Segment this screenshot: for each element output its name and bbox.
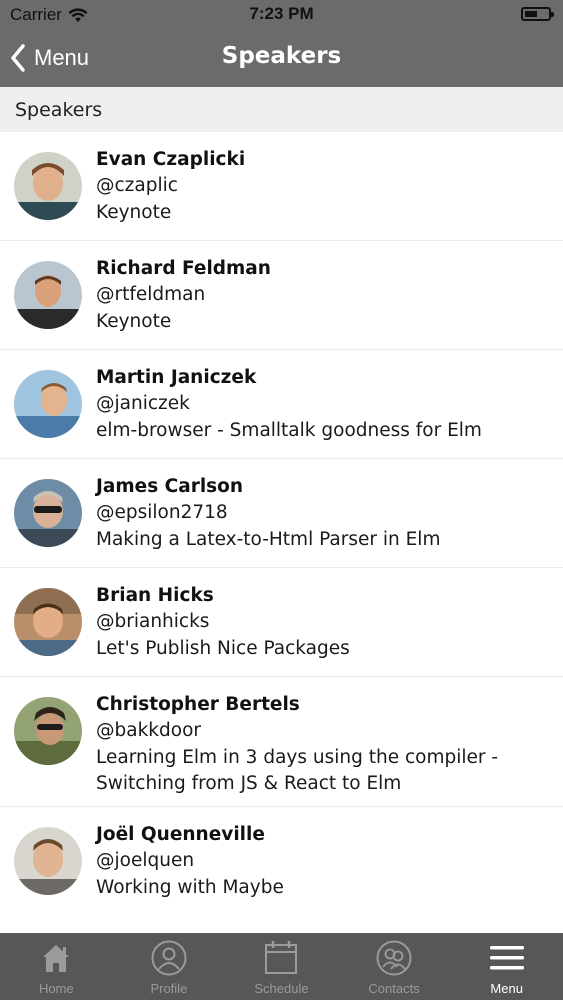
speaker-name: Evan Czaplicki [96,149,246,170]
speaker-talk: elm-browser - Smalltalk goodness for Elm [96,419,482,441]
tab-home[interactable]: Home [0,933,113,1000]
tab-label: Home [38,981,74,996]
contacts-icon [376,940,412,976]
speaker-row[interactable]: Evan Czaplicki @czaplic Keynote [0,132,563,241]
speaker-talk: Working with Maybe [96,876,284,898]
speaker-name: Brian Hicks [96,585,214,606]
avatar [14,588,82,656]
avatar [14,152,82,220]
speaker-talk: Let's Publish Nice Packages [96,637,350,659]
speaker-name: James Carlson [96,476,244,497]
speaker-row[interactable]: Joël Quenneville @joelquen Working with … [0,807,563,916]
speaker-handle: @czaplic [96,175,178,196]
avatar [14,827,82,895]
clock: 7:23 PM [249,4,314,23]
section-title: Speakers [15,98,103,121]
speaker-list: Evan Czaplicki @czaplic Keynote Richard … [0,132,563,916]
speaker-row[interactable]: Richard Feldman @rtfeldman Keynote [0,241,563,350]
speaker-info: Brian Hicks @brianhicks Let's Publish Ni… [96,583,553,662]
speaker-handle: @brianhicks [96,611,210,632]
speaker-handle: @bakkdoor [96,720,201,741]
speaker-handle: @rtfeldman [96,284,206,305]
section-header: Speakers [0,87,563,132]
speaker-name: Martin Janiczek [96,367,257,388]
tab-menu[interactable]: Menu [450,933,563,1000]
speaker-row[interactable]: James Carlson @epsilon2718 Making a Late… [0,459,563,568]
tab-schedule[interactable]: Schedule [225,933,338,1000]
speaker-info: James Carlson @epsilon2718 Making a Late… [96,474,553,553]
tab-bar: Home Profile Schedule Contacts Menu [0,933,563,1000]
speaker-info: Evan Czaplicki @czaplic Keynote [96,147,553,226]
speaker-handle: @joelquen [96,850,195,871]
speaker-row[interactable]: Christopher Bertels @bakkdoor Learning E… [0,677,563,807]
page-title: Speakers [221,43,342,69]
profile-icon [151,940,187,976]
avatar [14,370,82,438]
speaker-handle: @janiczek [96,393,190,414]
tab-profile[interactable]: Profile [113,933,226,1000]
speaker-info: Joël Quenneville @joelquen Working with … [96,822,553,901]
speaker-talk: Making a Latex-to-Html Parser in Elm [96,528,441,550]
status-bar: Carrier 7:23 PM [0,0,563,30]
battery-icon [521,7,554,21]
speaker-row[interactable]: Martin Janiczek @janiczek elm-browser - … [0,350,563,459]
avatar [14,261,82,329]
menu-icon [489,946,524,970]
speaker-name: Joël Quenneville [96,824,265,845]
speaker-info: Martin Janiczek @janiczek elm-browser - … [96,365,553,444]
calendar-icon [265,941,298,974]
tab-label: Profile [150,981,188,996]
speaker-talk: Keynote [96,201,172,223]
tab-label: Contacts [368,981,420,996]
speaker-name: Richard Feldman [96,258,271,279]
speaker-handle: @epsilon2718 [96,502,228,523]
speaker-info: Christopher Bertels @bakkdoor Learning E… [96,692,553,798]
speaker-talk: Learning Elm in 3 days using the compile… [96,746,499,795]
tab-label: Schedule [254,981,309,996]
speaker-info: Richard Feldman @rtfeldman Keynote [96,256,553,335]
tab-label: Menu [490,981,523,996]
speaker-row[interactable]: Brian Hicks @brianhicks Let's Publish Ni… [0,568,563,677]
home-icon [43,945,70,972]
speaker-talk: Keynote [96,310,172,332]
avatar [14,479,82,547]
speaker-name: Christopher Bertels [96,694,300,715]
tab-contacts[interactable]: Contacts [338,933,451,1000]
navigation-bar: Menu Speakers [0,30,563,87]
avatar [14,697,82,765]
